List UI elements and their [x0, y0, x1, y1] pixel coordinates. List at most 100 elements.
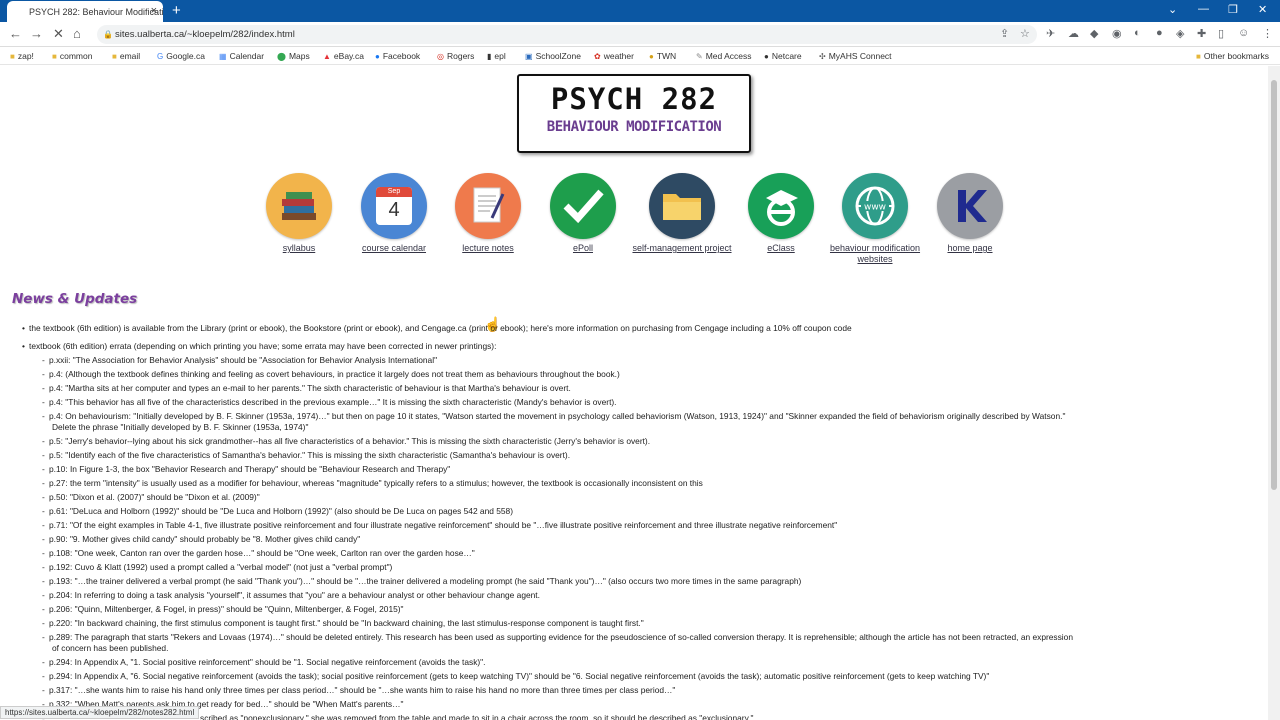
errata-item: p.294: In Appendix A, "1. Social positiv… [22, 655, 1262, 669]
errata-item: p.xxii: "The Association for Behavior An… [22, 353, 1262, 367]
bookmark-item[interactable]: G Google.ca [157, 51, 205, 61]
extension-icon[interactable]: ◐ [1134, 27, 1141, 39]
course-calendar-link[interactable]: Sep 4 course calendar [344, 173, 444, 254]
schoolzone-icon: ▣ [525, 52, 533, 61]
bookmark-item[interactable]: ◎ Rogers [437, 51, 474, 61]
errata-item: p.5: "Identify each of the five characte… [22, 448, 1262, 462]
errata-item: p.108: "One week, Canton ran over the ga… [22, 546, 1262, 560]
scrollbar-thumb[interactable] [1271, 80, 1277, 490]
syllabus-label: syllabus [282, 243, 316, 253]
calendar-day: 4 [388, 199, 400, 221]
epl-icon: ▮ [487, 52, 492, 61]
self-management-project-label: self-management project [632, 243, 732, 253]
profile-avatar-icon[interactable]: ☺ [1238, 27, 1249, 39]
extension-icon[interactable]: ✈ [1046, 27, 1055, 40]
eclass-link[interactable]: eClass [731, 173, 831, 254]
new-tab-button[interactable]: + [172, 2, 181, 19]
bookmark-item[interactable]: ■ common [52, 51, 92, 61]
twn-icon: ● [649, 52, 654, 61]
restore-button[interactable]: ❐ [1228, 3, 1238, 16]
errata-item: p.5: "Jerry's behavior--lying about his … [22, 434, 1262, 448]
bookmark-item[interactable]: ■ email [112, 51, 140, 61]
folder-icon: ■ [10, 52, 15, 61]
share-icon[interactable]: ⇪ [1000, 27, 1009, 40]
k-logo-icon [937, 173, 1003, 239]
epoll-label: ePoll [572, 243, 593, 253]
folder-icon: ■ [112, 52, 117, 61]
tab-title: PSYCH 282: Behaviour Modificatio [29, 6, 163, 17]
folder-icon: ■ [52, 52, 57, 61]
logo-title: PSYCH 282 [550, 82, 718, 116]
errata-item: p.4: "This behavior has all five of the … [22, 395, 1262, 409]
extensions-puzzle-icon[interactable]: ✚ [1197, 27, 1206, 40]
errata-item: p.4: On behaviourism: "Initially develop… [22, 409, 1262, 423]
eclass-label: eClass [767, 243, 795, 253]
extension-icon[interactable]: ◆ [1090, 27, 1098, 40]
lock-icon: 🔒 [103, 30, 113, 39]
bookmark-item[interactable]: ● Facebook [375, 51, 420, 61]
back-icon[interactable]: ← [9, 26, 22, 41]
extension-icon[interactable]: ☁ [1068, 27, 1079, 40]
side-panel-icon[interactable]: ▯ [1218, 27, 1224, 40]
syllabus-link[interactable]: syllabus [249, 173, 349, 254]
facebook-icon: ● [375, 52, 380, 61]
bookmark-item[interactable]: ✿ weather [594, 51, 634, 61]
close-tab-icon[interactable]: × [151, 5, 157, 17]
eclass-icon [748, 173, 814, 239]
course-logo: PSYCH 282 BEHAVIOUR MODIFICATION [517, 74, 751, 153]
bookmark-item[interactable]: ▣ SchoolZone [525, 51, 581, 61]
bookmark-star-icon[interactable]: ☆ [1020, 27, 1030, 40]
bookmark-item[interactable]: ▦ Calendar [219, 51, 264, 61]
calendar-icon: ▦ [219, 52, 227, 61]
home-page-link[interactable]: home page [920, 173, 1020, 254]
bookmark-item[interactable]: ✎ Med Access [696, 51, 752, 61]
errata-item: p.192: Cuvo & Klatt (1992) used a prompt… [22, 560, 1262, 574]
bookmark-item[interactable]: ▮ epl [487, 51, 506, 61]
med-access-icon: ✎ [696, 52, 703, 61]
home-icon[interactable]: ⌂ [73, 26, 81, 41]
folder-icon: ■ [1196, 52, 1201, 61]
page-scrollbar[interactable] [1268, 66, 1280, 720]
errata-item: scribed as "nonexclusionary," she was re… [22, 711, 1262, 720]
bookmark-item[interactable]: ⬤ Maps [277, 51, 310, 61]
books-icon [266, 173, 332, 239]
self-management-project-link[interactable]: self-management project [632, 173, 732, 254]
errata-item: p.220: "In backward chaining, the first … [22, 616, 1262, 630]
errata-item: p.50: "Dixon et al. (2007)" should be "D… [22, 490, 1262, 504]
bookmark-item[interactable]: ● Netcare [764, 51, 802, 61]
errata-item: p.204: In referring to doing a task anal… [22, 588, 1262, 602]
bookmark-item[interactable]: ✣ MyAHS Connect [819, 51, 892, 61]
errata-item: p.90: "9. Mother gives child candy" shou… [22, 532, 1262, 546]
bookmark-item[interactable]: ● TWN [649, 51, 676, 61]
forward-icon[interactable]: → [30, 26, 43, 41]
menu-icon[interactable]: ⋮ [1262, 27, 1273, 40]
google-icon: G [157, 52, 164, 61]
calendar-month: Sep [376, 187, 412, 197]
other-bookmarks[interactable]: ■ Other bookmarks [1196, 51, 1269, 61]
url-text: sites.ualberta.ca/~kloepelm/282/index.ht… [115, 29, 295, 40]
calendar-icon: Sep 4 [361, 173, 427, 239]
extension-icon[interactable]: ● [1156, 27, 1163, 39]
errata-item: p.71: "Of the eight examples in Table 4-… [22, 518, 1262, 532]
extension-icon[interactable]: ◉ [1112, 27, 1122, 40]
ebay-icon: ▲ [323, 52, 331, 61]
close-window-button[interactable]: ✕ [1258, 3, 1267, 16]
epoll-link[interactable]: ePoll [533, 173, 633, 254]
logo-subtitle: BEHAVIOUR MODIFICATION [546, 119, 722, 135]
home-page-label: home page [947, 243, 993, 253]
netcare-icon: ● [764, 52, 769, 61]
browser-tab[interactable]: PSYCH 282: Behaviour Modificatio × [7, 1, 163, 22]
extension-icon[interactable]: ◈ [1176, 27, 1184, 40]
errata-item: p.4: "Martha sits at her computer and ty… [22, 381, 1262, 395]
address-bar[interactable]: 🔒 sites.ualberta.ca/~kloepelm/282/index.… [97, 25, 1037, 44]
behaviour-modification-websites-label: behaviour modification websites [829, 243, 921, 264]
minimize-button[interactable]: — [1198, 3, 1209, 15]
stop-loading-icon[interactable]: ✕ [53, 26, 64, 42]
errata-item: p.193: "…the trainer delivered a verbal … [22, 574, 1262, 588]
tab-search-icon[interactable]: ⌄ [1168, 3, 1177, 16]
lecture-notes-link[interactable]: lecture notes [438, 173, 538, 254]
bookmark-item[interactable]: ■ zap! [10, 51, 34, 61]
checkmark-icon [550, 173, 616, 239]
behaviour-modification-websites-link[interactable]: www behaviour modification websites [825, 173, 925, 264]
bookmark-item[interactable]: ▲ eBay.ca [323, 51, 364, 61]
